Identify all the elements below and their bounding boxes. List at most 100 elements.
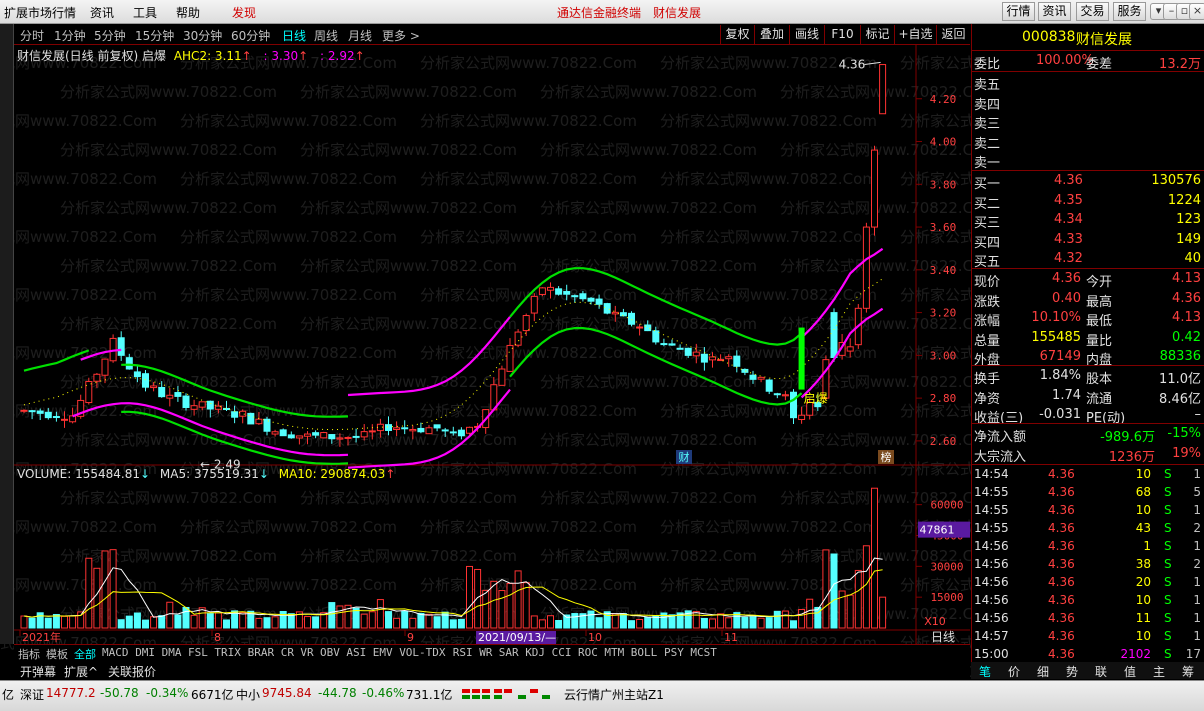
- candle-body[interactable]: [652, 330, 660, 343]
- candle-body[interactable]: [393, 427, 401, 430]
- candle-body[interactable]: [93, 373, 101, 382]
- related-quote-tab[interactable]: 关联报价: [108, 663, 156, 680]
- service-button[interactable]: 服务: [1113, 2, 1146, 21]
- candle-body[interactable]: [320, 432, 328, 439]
- indicator-tab-sar[interactable]: SAR: [499, 646, 519, 659]
- indicator-tab-roc[interactable]: ROC: [578, 646, 598, 659]
- candle-body[interactable]: [352, 435, 360, 438]
- quote-tab-3[interactable]: 势: [1066, 663, 1078, 680]
- candle-body[interactable]: [692, 351, 700, 357]
- kline-chart[interactable]: 4.20 4.00 3.80 3.60 3.40 3.20 3.00 2.80 2.60 6000…: [0, 0, 971, 680]
- candle-body[interactable]: [514, 331, 522, 346]
- candle-body[interactable]: [765, 379, 773, 392]
- indicator-tab-kdj[interactable]: KDJ: [525, 646, 545, 659]
- candle-body[interactable]: [158, 386, 166, 398]
- candle-body[interactable]: [247, 412, 255, 425]
- candle-body[interactable]: [781, 394, 789, 397]
- candle-body[interactable]: [684, 347, 692, 356]
- indicator-tab-mcst[interactable]: MCST: [690, 646, 717, 659]
- candle-body[interactable]: [69, 415, 77, 423]
- quote-tab-2[interactable]: 细: [1037, 663, 1049, 680]
- candle-body[interactable]: [636, 326, 644, 329]
- candle-body[interactable]: [660, 343, 668, 346]
- candle-body[interactable]: [603, 303, 611, 314]
- candle-body[interactable]: [182, 395, 190, 408]
- indicator-tab-boll[interactable]: BOLL: [631, 646, 658, 659]
- candle-body[interactable]: [271, 431, 279, 435]
- candle-body[interactable]: [336, 437, 344, 440]
- candle-body[interactable]: [409, 428, 417, 432]
- indicator-tab-obv[interactable]: OBV: [320, 646, 340, 659]
- indicator-tab-fsl[interactable]: FSL: [188, 646, 208, 659]
- indicator-tab-wr[interactable]: WR: [479, 646, 492, 659]
- candle-body[interactable]: [555, 288, 563, 295]
- candle-body[interactable]: [498, 368, 506, 386]
- indicator-tab-模板[interactable]: 模板: [46, 646, 68, 662]
- candle-body[interactable]: [741, 368, 749, 373]
- candle-body[interactable]: [231, 411, 239, 418]
- candle-body[interactable]: [530, 295, 538, 314]
- candle-body[interactable]: [466, 426, 473, 434]
- candle-body[interactable]: [295, 435, 303, 439]
- quote-button[interactable]: 行情: [1002, 2, 1035, 21]
- indicator-tab-vol-tdx[interactable]: VOL-TDX: [399, 646, 445, 659]
- candle-body[interactable]: [206, 400, 214, 410]
- candle-body[interactable]: [644, 324, 652, 332]
- candle-body[interactable]: [830, 312, 838, 358]
- candle-body[interactable]: [190, 405, 198, 410]
- indicator-tab-psy[interactable]: PSY: [664, 646, 684, 659]
- candle-body[interactable]: [142, 373, 149, 388]
- candle-body[interactable]: [547, 286, 554, 291]
- candle-body[interactable]: [417, 427, 425, 433]
- quote-tab-4[interactable]: 联: [1095, 663, 1107, 680]
- candle-body[interactable]: [457, 429, 465, 437]
- candle-body[interactable]: [198, 401, 206, 408]
- indicator-tab-全部[interactable]: 全部: [74, 646, 96, 662]
- candle-body[interactable]: [279, 429, 287, 437]
- candle-body[interactable]: [773, 393, 781, 396]
- candle-body[interactable]: [733, 355, 741, 367]
- indicator-tab-brar[interactable]: BRAR: [248, 646, 275, 659]
- candle-body[interactable]: [790, 391, 797, 419]
- quote-tab-7[interactable]: 筹: [1182, 663, 1194, 680]
- indicator-tab-rsi[interactable]: RSI: [453, 646, 473, 659]
- candle-body[interactable]: [628, 312, 635, 325]
- candle-body[interactable]: [879, 64, 887, 115]
- indicator-tab-cci[interactable]: CCI: [552, 646, 572, 659]
- indicator-tab-trix[interactable]: TRIX: [214, 646, 241, 659]
- quote-tab-0[interactable]: 笔: [979, 663, 991, 680]
- candle-body[interactable]: [150, 385, 158, 389]
- candle-body[interactable]: [304, 433, 311, 437]
- candle-body[interactable]: [174, 392, 182, 397]
- candle-body[interactable]: [401, 427, 409, 430]
- candle-body[interactable]: [757, 376, 765, 380]
- candle-body[interactable]: [862, 226, 870, 309]
- news-button[interactable]: 资讯: [1038, 2, 1071, 21]
- candle-body[interactable]: [871, 149, 878, 228]
- trade-button[interactable]: 交易: [1076, 2, 1109, 21]
- candle-body[interactable]: [223, 408, 230, 411]
- candle-body[interactable]: [668, 343, 676, 346]
- candle-body[interactable]: [749, 374, 757, 380]
- candle-body[interactable]: [44, 411, 52, 419]
- candle-body[interactable]: [709, 356, 716, 361]
- candle-body[interactable]: [20, 409, 28, 412]
- candle-body[interactable]: [587, 297, 595, 302]
- candle-body[interactable]: [579, 293, 587, 300]
- candle-body[interactable]: [28, 410, 36, 413]
- candle-body[interactable]: [441, 429, 449, 432]
- candle-body[interactable]: [425, 427, 433, 435]
- candle-body[interactable]: [506, 344, 514, 372]
- candle-body[interactable]: [312, 432, 320, 436]
- candle-body[interactable]: [846, 346, 854, 352]
- indicator-tab-macd[interactable]: MACD: [102, 646, 129, 659]
- candle-body[interactable]: [36, 410, 44, 414]
- candle-body[interactable]: [700, 353, 708, 363]
- danmaku-tab[interactable]: 开弹幕: [20, 663, 56, 680]
- candle-body[interactable]: [563, 291, 571, 295]
- candle-body[interactable]: [360, 431, 368, 438]
- indicator-tab-dma[interactable]: DMA: [162, 646, 182, 659]
- candle-body[interactable]: [255, 418, 263, 425]
- candle-body[interactable]: [538, 287, 546, 295]
- extend-tab[interactable]: 扩展^: [64, 663, 98, 680]
